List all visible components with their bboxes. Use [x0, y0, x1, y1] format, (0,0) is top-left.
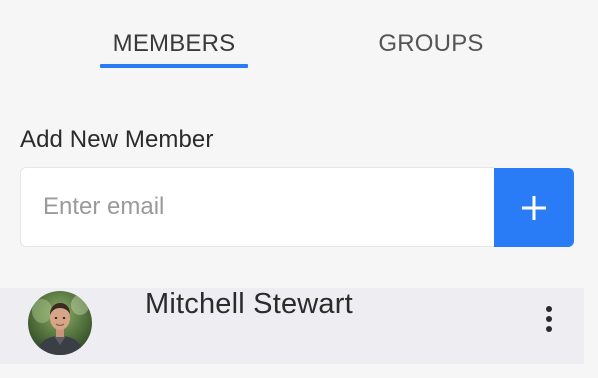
add-member-form	[20, 167, 574, 247]
more-vertical-icon	[546, 306, 552, 332]
tab-bar: MEMBERS GROUPS	[0, 0, 598, 70]
plus-icon	[522, 195, 546, 220]
add-member-button[interactable]	[494, 168, 574, 247]
member-list-item[interactable]: Mitchell Stewart	[0, 288, 584, 364]
email-input[interactable]	[20, 167, 494, 247]
member-options-button[interactable]	[536, 302, 562, 342]
add-member-heading: Add New Member	[20, 126, 214, 153]
tab-groups[interactable]: GROUPS	[360, 30, 502, 70]
list-divider	[0, 364, 598, 378]
active-tab-indicator	[100, 64, 248, 68]
avatar	[28, 291, 92, 355]
member-name: Mitchell Stewart	[145, 288, 353, 320]
